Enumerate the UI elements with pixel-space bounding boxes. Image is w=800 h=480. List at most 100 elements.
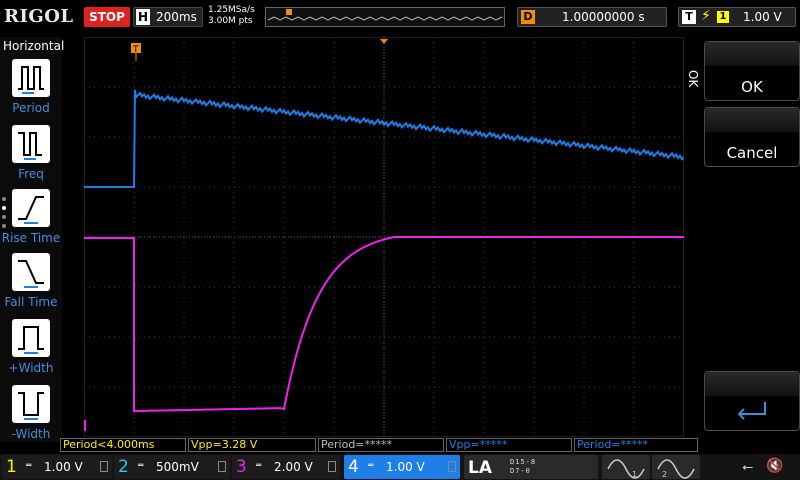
run-stop-badge[interactable]: STOP (84, 7, 130, 27)
ch3-waveform (84, 236, 684, 412)
horizontal-delay[interactable]: D 1.00000000 s (517, 7, 667, 27)
generator-2-number: 2 (662, 470, 667, 479)
cancel-button-label: Cancel (726, 144, 778, 162)
sine-wave-icon: 2 (657, 459, 695, 479)
menu-label-positive-width: +Width (8, 361, 54, 375)
menu-label-fall-time: Fall Time (4, 295, 58, 309)
negative-width-icon (12, 385, 50, 423)
softkey-panel: OK Cancel (688, 37, 800, 442)
menu-item-negative-width[interactable]: -Width (0, 383, 62, 447)
menu-item-freq[interactable]: Freq (0, 123, 62, 187)
ok-button-header (705, 42, 799, 66)
generator-1-status[interactable]: 1 (602, 455, 650, 479)
menu-item-positive-width[interactable]: +Width (0, 317, 62, 381)
la-label: LA (468, 458, 492, 478)
fall-time-icon (12, 253, 50, 291)
measurement-4-text: Vpp=***** (449, 438, 508, 451)
menu-label-period: Period (12, 101, 50, 115)
channel-2-scale: 500mV (156, 460, 199, 474)
channel-1-status[interactable]: 1 ═ 1.00 V (2, 455, 112, 479)
measurement-5[interactable]: Period=***** (574, 438, 698, 452)
period-icon (12, 59, 50, 97)
memory-trigger-marker (286, 9, 292, 15)
trigger-level: 1.00 V (743, 10, 782, 24)
positive-width-icon (12, 319, 50, 357)
channel-3-status[interactable]: 3 ═ 2.00 V (232, 455, 340, 479)
measurement-3[interactable]: Period=***** (318, 438, 444, 452)
menu-item-fall-time[interactable]: Fall Time (0, 251, 62, 315)
enter-arrow-icon (737, 402, 766, 420)
la-row-2: D7-0 (510, 467, 531, 475)
center-marker-icon (380, 39, 388, 44)
menu-item-rise-time[interactable]: Rise Time (0, 187, 62, 251)
acquisition-info: 1.25MSa/s 3.00M pts (208, 5, 255, 27)
menu-page-indicator (2, 197, 8, 233)
timebase-value: 200ms (156, 10, 197, 24)
measurement-3-text: Period=***** (321, 438, 393, 451)
usb-icon: ⭠ (742, 459, 754, 475)
enter-button-header (705, 372, 799, 396)
delay-value: 1.00000000 s (562, 10, 645, 24)
generator-2-status[interactable]: 2 (652, 455, 700, 479)
ok-button[interactable]: OK (704, 41, 800, 101)
measurement-2[interactable]: Vpp=3.28 V (188, 438, 316, 452)
channel-1-scale: 1.00 V (44, 460, 83, 474)
channel-3-scale: 2.00 V (274, 460, 313, 474)
horizontal-timebase[interactable]: H 200ms (133, 7, 203, 27)
rigol-logo: RIGOL (4, 6, 74, 27)
coupling-icon: ═ (138, 461, 144, 471)
channel-status-bar: 1 ═ 1.00 V 2 ═ 500mV 3 ═ 2.00 V 4 ═ 1.00… (0, 454, 800, 480)
rise-time-icon (12, 189, 50, 227)
bandwidth-icon (448, 461, 456, 472)
menu-label-negative-width: -Width (11, 427, 51, 441)
bandwidth-icon (328, 461, 336, 472)
coupling-icon: ═ (256, 461, 262, 471)
horizontal-menu: Horizontal Period Freq Rise Time Fall Ti… (0, 37, 65, 442)
bandwidth-icon (218, 461, 226, 472)
waveform-display[interactable]: T 4 3 T (84, 37, 684, 437)
menu-item-period[interactable]: Period (0, 57, 62, 121)
measurement-bar: Period<4.000ms Vpp=3.28 V Period=***** V… (60, 437, 700, 453)
la-digital-channels: D15-8 D7-0 (510, 458, 536, 476)
channel-2-number: 2 (118, 457, 129, 477)
channel-2-status[interactable]: 2 ═ 500mV (114, 455, 230, 479)
memory-overview-strip[interactable] (265, 7, 505, 27)
channel-4-number: 4 (348, 457, 359, 477)
page-dot (2, 197, 6, 201)
measurement-2-text: Vpp=3.28 V (191, 438, 258, 451)
enter-button[interactable] (704, 371, 800, 431)
channel-3-number: 3 (236, 457, 247, 477)
page-dot-active (2, 206, 6, 210)
coupling-icon: ═ (26, 461, 32, 471)
memory-depth: 3.00M pts (208, 16, 253, 26)
measurement-1-text: Period<4.000ms (63, 438, 155, 451)
top-status-bar: RIGOL STOP H 200ms 1.25MSa/s 3.00M pts D… (0, 0, 800, 36)
la-row-1: D15-8 (510, 458, 537, 466)
channel-1-number: 1 (6, 457, 17, 477)
cancel-button[interactable]: Cancel (704, 107, 800, 167)
channel-4-status[interactable]: 4 ═ 1.00 V (344, 455, 460, 479)
sample-rate: 1.25MSa/s (208, 5, 255, 15)
logic-analyzer-status[interactable]: LA D15-8 D7-0 (464, 455, 598, 479)
menu-label-rise-time: Rise Time (1, 231, 61, 245)
coupling-icon: ═ (368, 461, 374, 471)
waveform-grid-svg: T 4 3 T (84, 37, 684, 437)
menu-label-freq: Freq (18, 167, 44, 181)
measurement-4[interactable]: Vpp=***** (446, 438, 572, 452)
trigger-setting[interactable]: T ⚡ 1 1.00 V (678, 7, 796, 27)
trigger-label: T (682, 10, 696, 24)
ch3-offset-marker[interactable] (84, 420, 86, 431)
generator-1-number: 1 (632, 470, 637, 479)
menu-title: Horizontal (3, 39, 65, 53)
speaker-mute-icon[interactable]: 🔇 (766, 458, 783, 474)
freq-icon (12, 125, 50, 163)
trigger-edge-icon: ⚡ (701, 8, 711, 24)
sine-wave-icon: 1 (607, 459, 645, 479)
timebase-label: H (136, 9, 150, 25)
trigger-channel: 1 (717, 11, 729, 23)
measurement-1[interactable]: Period<4.000ms (60, 438, 186, 452)
ok-button-label: OK (741, 78, 763, 96)
memory-overview-waveform (267, 9, 503, 21)
page-dot (2, 215, 6, 219)
channel-4-scale: 1.00 V (386, 460, 425, 474)
